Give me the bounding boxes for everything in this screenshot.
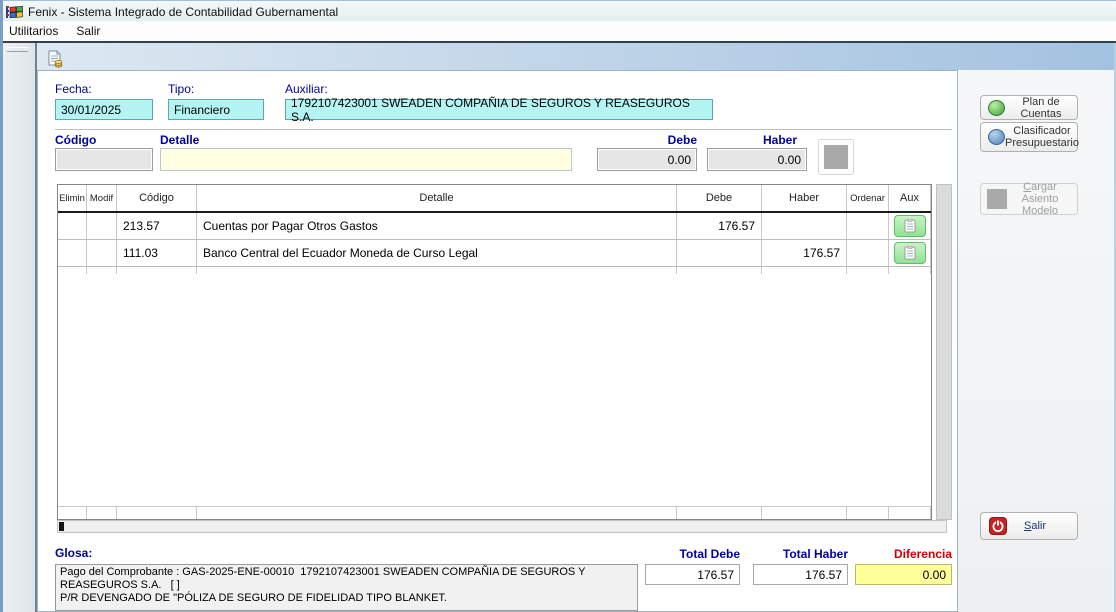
column-header-modif[interactable]: Modif [87, 185, 117, 211]
cell-aux [889, 213, 931, 239]
clipboard-icon [904, 219, 916, 233]
codigo-label: Código [55, 133, 96, 147]
menu-item-salir[interactable]: Salir [67, 22, 109, 40]
column-header-detalle[interactable]: Detalle [197, 185, 677, 211]
window-title: Fenix - Sistema Integrado de Contabilida… [28, 5, 338, 19]
diferencia-value: 0.00 [855, 564, 952, 585]
vertical-scrollbar[interactable] [936, 184, 952, 520]
window-frame-left [0, 0, 3, 612]
cargar-asiento-label: Cargar Asiento Modelo [1007, 181, 1077, 217]
column-header-debe[interactable]: Debe [677, 185, 762, 211]
title-bar: Fenix - Sistema Integrado de Contabilida… [0, 0, 1116, 22]
cell-ordenar [847, 240, 889, 266]
windows-logo-icon [6, 5, 23, 19]
gray-square-icon [987, 189, 1007, 209]
cargar-asiento-modelo-button[interactable]: Cargar Asiento Modelo [980, 183, 1078, 215]
detalle-input[interactable] [160, 148, 572, 171]
gray-square-icon [824, 145, 848, 169]
green-sphere-icon [988, 100, 1005, 116]
document-coins-icon [46, 50, 64, 68]
column-header-elimin[interactable]: Elimin [58, 185, 87, 211]
detalle-label: Detalle [160, 133, 199, 147]
haber-label: Haber [743, 133, 797, 147]
cell-elimin [58, 240, 87, 266]
cell-debe: 176.57 [677, 213, 762, 239]
fecha-label: Fecha: [55, 82, 92, 96]
cell-detalle: Banco Central del Ecuador Moneda de Curs… [197, 240, 677, 266]
cell-haber [762, 213, 847, 239]
blue-sphere-icon [988, 129, 1005, 145]
column-header-ordenar[interactable]: Ordenar [847, 185, 889, 211]
aux-detail-button[interactable] [818, 139, 854, 175]
cell-modif [87, 213, 117, 239]
horizontal-scrollbar[interactable] [57, 520, 947, 533]
fecha-input[interactable]: 30/01/2025 [55, 99, 153, 120]
entries-grid: Elimin Modif Código Detalle Debe Haber O… [57, 184, 932, 520]
glosa-label: Glosa: [55, 546, 92, 560]
auxiliar-input[interactable]: 1792107423001 SWEADEN COMPAÑIA DE SEGURO… [285, 99, 713, 120]
total-haber-value: 176.57 [753, 564, 848, 585]
empty-row-stub [58, 267, 931, 274]
cell-debe [677, 240, 762, 266]
menu-bar: Utilitarios Salir [0, 21, 1116, 43]
grid-header-row: Elimin Modif Código Detalle Debe Haber O… [58, 185, 931, 213]
workspace: Fecha: 30/01/2025 Tipo: Financiero Auxil… [0, 43, 1116, 612]
cell-codigo: 213.57 [117, 213, 197, 239]
app-window: Fenix - Sistema Integrado de Contabilida… [0, 0, 1116, 612]
clasificador-label: Clasificador Presupuestario [1005, 125, 1085, 149]
splitter-handle[interactable] [7, 47, 28, 52]
cell-elimin [58, 213, 87, 239]
power-icon [989, 517, 1007, 535]
horizontal-scrollbar-thumb[interactable] [59, 522, 64, 531]
tipo-label: Tipo: [168, 82, 194, 96]
cell-detalle: Cuentas por Pagar Otros Gastos [197, 213, 677, 239]
left-collapsed-panel [0, 43, 37, 612]
debe-input[interactable]: 0.00 [597, 148, 697, 171]
clipboard-icon [904, 246, 916, 260]
grid-bottom-row [58, 506, 931, 519]
cell-codigo: 111.03 [117, 240, 197, 266]
aux-row-button[interactable] [894, 242, 926, 264]
new-entry-button[interactable] [44, 48, 66, 70]
clasificador-presupuestario-button[interactable]: Clasificador Presupuestario [980, 122, 1078, 152]
salir-label: Salir [1007, 520, 1077, 532]
aux-row-button[interactable] [894, 215, 926, 237]
column-header-codigo[interactable]: Código [117, 185, 197, 211]
auxiliar-label: Auxiliar: [285, 82, 328, 96]
total-haber-label: Total Haber [753, 547, 848, 561]
cell-ordenar [847, 213, 889, 239]
separator-line [55, 129, 952, 130]
actions-panel: Plan de Cuentas Clasificador Presupuesta… [958, 70, 1116, 612]
total-debe-label: Total Debe [645, 547, 740, 561]
plan-de-cuentas-button[interactable]: Plan de Cuentas [980, 95, 1078, 120]
cell-haber: 176.57 [762, 240, 847, 266]
cell-modif [87, 240, 117, 266]
haber-input[interactable]: 0.00 [707, 148, 807, 171]
column-header-aux[interactable]: Aux [889, 185, 931, 211]
table-row[interactable]: 213.57 Cuentas por Pagar Otros Gastos 17… [58, 213, 931, 240]
menu-item-utilitarios[interactable]: Utilitarios [0, 22, 67, 40]
voucher-panel: Fecha: 30/01/2025 Tipo: Financiero Auxil… [37, 70, 958, 612]
salir-button[interactable]: Salir [980, 512, 1078, 540]
table-row[interactable]: 111.03 Banco Central del Ecuador Moneda … [58, 240, 931, 267]
diferencia-label: Diferencia [855, 547, 952, 561]
total-debe-value: 176.57 [645, 564, 740, 585]
column-header-haber[interactable]: Haber [762, 185, 847, 211]
debe-label: Debe [643, 133, 697, 147]
glosa-textarea[interactable]: Pago del Comprobante : GAS-2025-ENE-0001… [55, 564, 638, 611]
plan-de-cuentas-label: Plan de Cuentas [1005, 96, 1077, 120]
cell-aux [889, 240, 931, 266]
codigo-input[interactable] [55, 148, 153, 171]
tipo-input[interactable]: Financiero [168, 99, 264, 120]
